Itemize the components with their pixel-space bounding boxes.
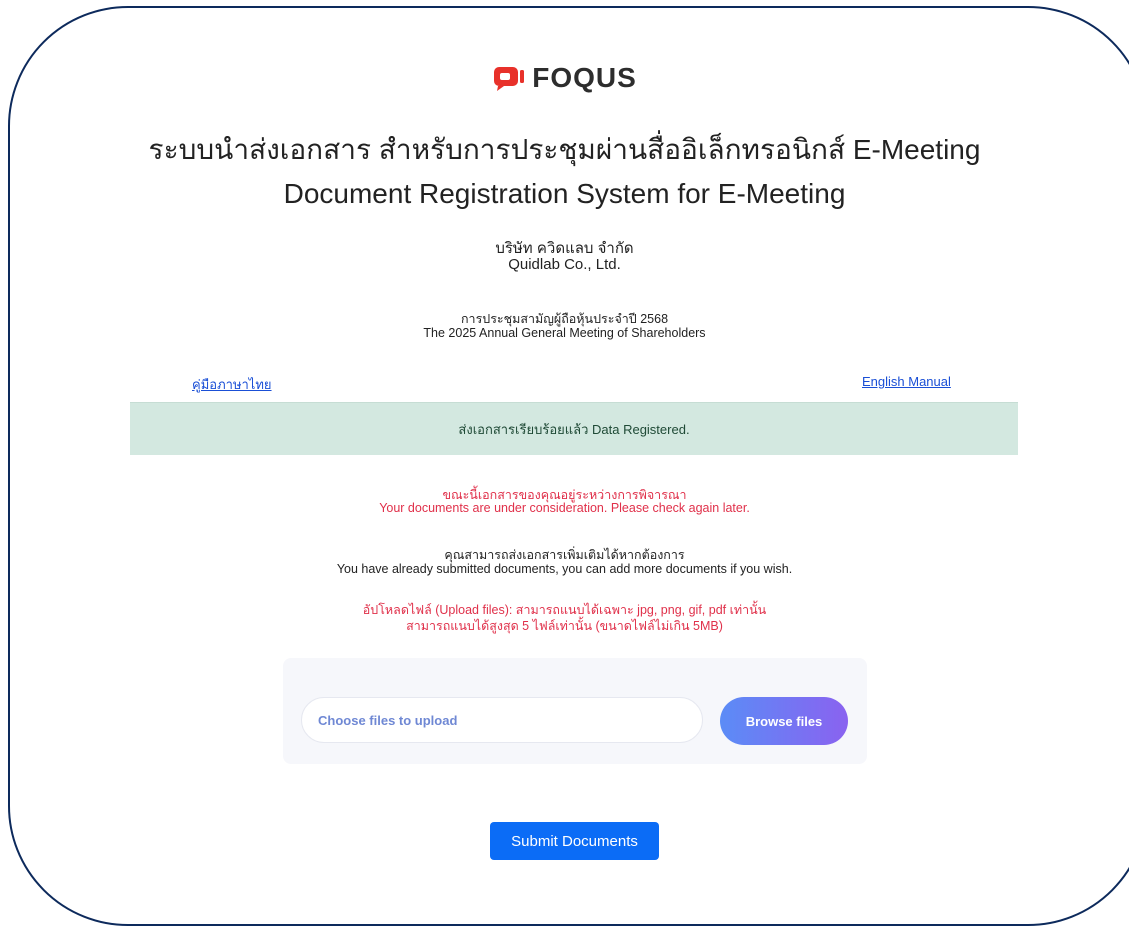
upload-rule-limits: สามารถแนบได้สูงสุด 5 ไฟล์เท่านั้น (ขนาดไ… (406, 619, 723, 633)
thai-manual-link[interactable]: คู่มือภาษาไทย (192, 374, 272, 395)
file-upload-input[interactable]: Choose files to upload (301, 697, 703, 743)
page-title-english: Document Registration System for E-Meeti… (283, 178, 846, 209)
page-title-thai: ระบบนำส่งเอกสาร สำหรับการประชุมผ่านสื่ออ… (148, 134, 981, 165)
status-banner: ส่งเอกสารเรียบร้อยแล้ว Data Registered. (130, 402, 1018, 455)
status-text: ส่งเอกสารเรียบร้อยแล้ว Data Registered. (458, 421, 690, 437)
review-notice-english: Your documents are under consideration. … (379, 501, 750, 515)
meeting-name-english: The 2025 Annual General Meeting of Share… (423, 326, 706, 340)
upload-placeholder: Choose files to upload (318, 712, 458, 728)
english-manual-link[interactable]: English Manual (862, 374, 951, 389)
add-docs-notice-english: You have already submitted documents, yo… (336, 562, 793, 576)
brand-name: FOQUS (532, 62, 637, 93)
company-name-english: Quidlab Co., Ltd. (508, 256, 621, 273)
browse-files-button[interactable]: Browse files (720, 697, 848, 745)
submit-documents-button[interactable]: Submit Documents (490, 822, 659, 860)
camera-logo-icon (494, 67, 525, 91)
brand-logo: FOQUS (0, 62, 1129, 94)
